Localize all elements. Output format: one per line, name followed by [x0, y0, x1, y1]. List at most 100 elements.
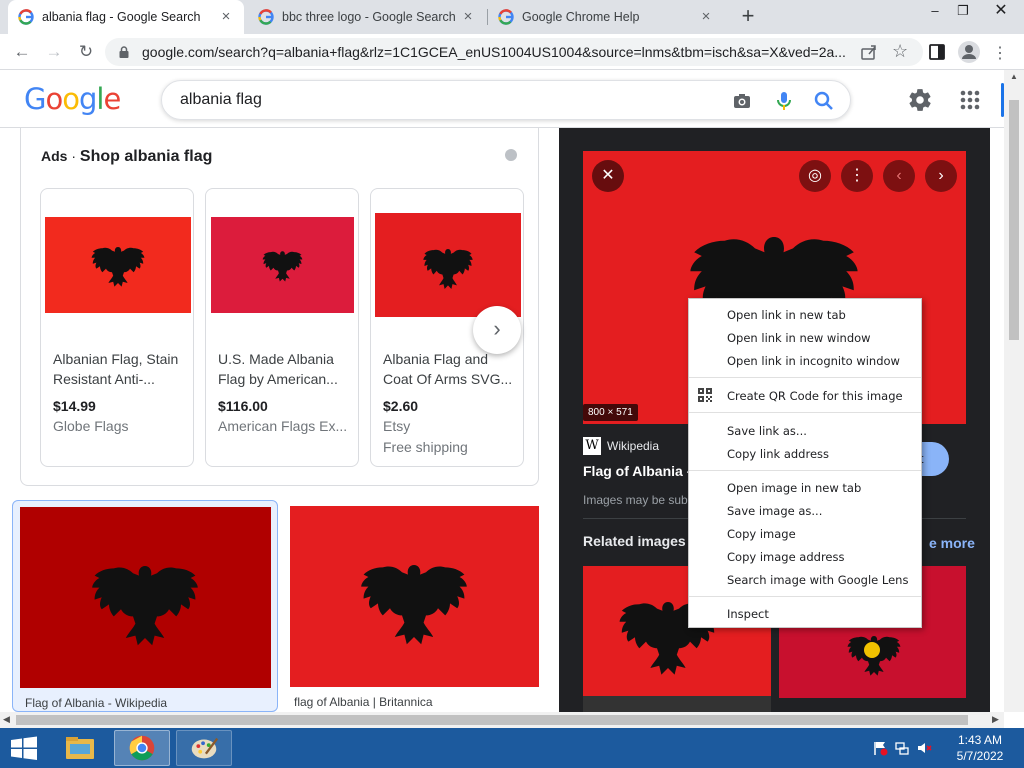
forward-arrow-icon[interactable]: → — [42, 40, 66, 64]
result-image — [20, 507, 271, 688]
menu-separator — [689, 377, 921, 378]
ads-separator: · — [71, 148, 77, 164]
chevron-right-icon[interactable]: › — [473, 306, 521, 354]
close-window-button[interactable]: ✕ — [978, 0, 1024, 24]
menu-item-copy-link-address[interactable]: Copy link address — [727, 444, 829, 464]
network-icon[interactable] — [894, 740, 910, 756]
clock-time: 1:43 AM — [957, 733, 1003, 747]
product-card[interactable]: Albanian Flag, Stain Resistant Anti-... … — [40, 188, 194, 467]
ads-label: Ads — [41, 148, 68, 164]
product-price: $116.00 — [218, 398, 268, 414]
google-favicon-icon — [498, 9, 514, 25]
google-favicon-icon — [18, 9, 34, 25]
logo-letter: o — [45, 82, 63, 116]
qr-code-icon — [698, 388, 712, 402]
previous-icon[interactable]: ‹ — [883, 160, 915, 192]
vertical-scrollbar[interactable]: ▲ — [1004, 70, 1024, 712]
bookmark-star-icon[interactable]: ☆ — [892, 41, 908, 62]
reload-icon[interactable]: ↻ — [74, 40, 98, 64]
action-center-flag-icon[interactable] — [872, 740, 888, 756]
scrollbar-thumb[interactable] — [16, 715, 968, 725]
google-favicon-icon — [258, 9, 274, 25]
menu-item-save-link-as[interactable]: Save link as... — [727, 421, 807, 441]
chrome-taskbar-icon[interactable] — [114, 730, 170, 766]
product-image — [45, 217, 191, 313]
result-caption: flag of Albania | Britannica — [294, 695, 433, 709]
image-dimensions: 800 × 571 — [583, 404, 638, 421]
new-tab-button[interactable]: + — [737, 5, 759, 29]
search-input[interactable] — [180, 91, 700, 109]
menu-separator — [689, 596, 921, 597]
related-images-heading: Related images — [583, 533, 686, 549]
scroll-left-arrow-icon[interactable]: ◀ — [3, 714, 10, 725]
side-panel-icon[interactable] — [928, 43, 946, 61]
menu-item-open-link-incognito[interactable]: Open link in incognito window — [727, 351, 900, 371]
product-card[interactable]: U.S. Made Albania Flag by American... $1… — [205, 188, 359, 467]
wikipedia-icon: W — [583, 437, 601, 455]
next-icon[interactable]: › — [925, 160, 957, 192]
system-clock[interactable]: 1:43 AM 5/7/2022 — [950, 732, 1010, 764]
product-shipping: Free shipping — [383, 439, 468, 455]
camera-icon[interactable] — [732, 91, 752, 111]
search-box[interactable] — [161, 80, 851, 120]
more-options-icon[interactable]: ⋮ — [841, 160, 873, 192]
menu-item-copy-image[interactable]: Copy image — [727, 524, 796, 544]
preview-title[interactable]: Flag of Albania - — [583, 463, 691, 479]
apps-grid-icon[interactable] — [959, 89, 981, 111]
image-result[interactable]: Flag of Albania - Wikipedia — [12, 500, 278, 712]
horizontal-scrollbar[interactable]: ◀ ▶ — [0, 712, 1004, 728]
close-icon[interactable]: ✕ — [592, 160, 624, 192]
scroll-up-arrow-icon[interactable]: ▲ — [1010, 72, 1018, 81]
scrollbar-thumb[interactable] — [1009, 100, 1019, 340]
chrome-menu-icon[interactable]: ⋮ — [992, 43, 1008, 63]
tab-title: albania flag - Google Search — [42, 10, 201, 24]
lock-icon[interactable] — [117, 45, 131, 59]
lens-icon[interactable]: ◎ — [799, 160, 831, 192]
product-seller: American Flags Ex... — [218, 418, 348, 434]
maximize-button[interactable]: ❐ — [948, 0, 978, 24]
close-tab-icon[interactable]: × — [460, 9, 476, 25]
product-image — [375, 213, 521, 317]
browser-toolbar: ← → ↻ google.com/search?q=albania+flag&r… — [0, 34, 1024, 70]
menu-item-copy-image-address[interactable]: Copy image address — [727, 547, 844, 567]
image-result[interactable]: flag of Albania | Britannica — [290, 500, 539, 712]
google-header: Google — [0, 70, 1004, 128]
scroll-right-arrow-icon[interactable]: ▶ — [992, 714, 999, 725]
close-tab-icon[interactable]: × — [698, 9, 714, 25]
tab-albania-flag[interactable]: albania flag - Google Search × — [8, 0, 244, 34]
tab-bbc-three-logo[interactable]: bbc three logo - Google Search × — [248, 0, 486, 34]
url-text[interactable]: google.com/search?q=albania+flag&rlz=1C1… — [142, 44, 852, 60]
menu-item-create-qr-code[interactable]: Create QR Code for this image — [727, 386, 903, 406]
see-more-link[interactable]: e more — [929, 535, 975, 551]
logo-letter: g — [78, 82, 97, 116]
windows-start-icon[interactable] — [0, 728, 48, 768]
menu-item-inspect[interactable]: Inspect — [727, 604, 769, 624]
menu-item-open-link-new-window[interactable]: Open link in new window — [727, 328, 871, 348]
profile-avatar-icon[interactable] — [958, 41, 980, 63]
menu-item-open-image-new-tab[interactable]: Open image in new tab — [727, 478, 861, 498]
search-icon[interactable] — [813, 90, 835, 112]
windows-taskbar: 1:43 AM 5/7/2022 — [0, 728, 1024, 768]
google-logo[interactable]: Google — [24, 82, 121, 116]
address-bar[interactable]: google.com/search?q=albania+flag&rlz=1C1… — [105, 38, 923, 66]
minimize-button[interactable]: – — [920, 0, 950, 24]
tab-chrome-help[interactable]: Google Chrome Help × — [488, 0, 724, 34]
back-arrow-icon[interactable]: ← — [10, 40, 34, 64]
source-row[interactable]: W Wikipedia — [583, 437, 659, 455]
product-seller: Globe Flags — [53, 418, 129, 434]
microphone-icon[interactable] — [774, 90, 794, 112]
file-explorer-icon[interactable] — [52, 730, 108, 766]
tab-title: bbc three logo - Google Search — [282, 10, 456, 24]
gear-icon[interactable] — [907, 87, 933, 113]
close-tab-icon[interactable]: × — [218, 9, 234, 25]
info-icon[interactable] — [505, 149, 517, 161]
volume-muted-icon[interactable] — [916, 740, 932, 756]
context-menu: Open link in new tab Open link in new wi… — [688, 298, 922, 628]
menu-item-search-google-lens[interactable]: Search image with Google Lens — [727, 570, 908, 590]
menu-item-open-link-new-tab[interactable]: Open link in new tab — [727, 305, 846, 325]
menu-item-save-image-as[interactable]: Save image as... — [727, 501, 822, 521]
paint-icon[interactable] — [176, 730, 232, 766]
share-icon[interactable] — [860, 43, 878, 61]
product-seller: Etsy — [383, 418, 411, 434]
tab-title: Google Chrome Help — [522, 10, 640, 24]
